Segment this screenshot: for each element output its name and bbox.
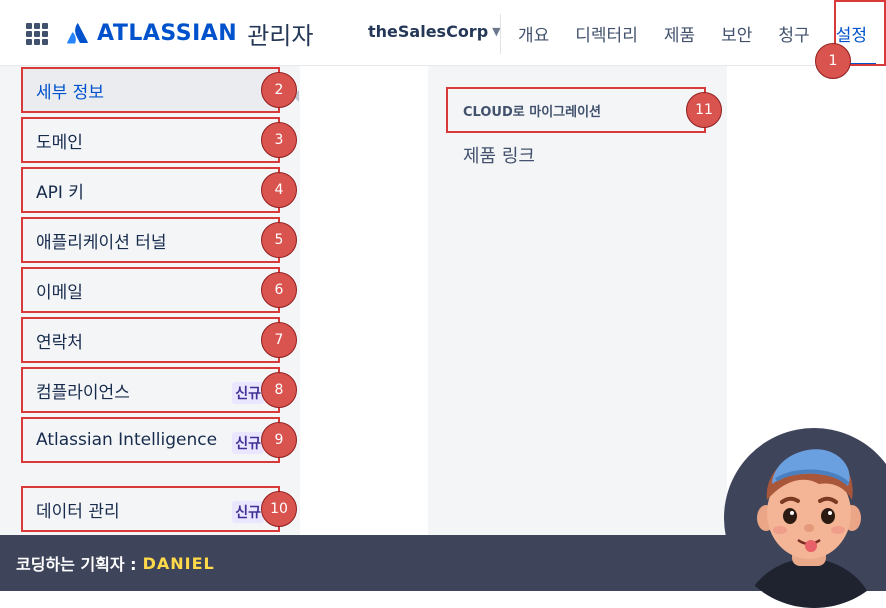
annotation-marker-7: 7 — [261, 322, 297, 358]
annotation-marker-10: 10 — [261, 491, 297, 527]
atlassian-mark-icon — [67, 23, 88, 44]
sidebar-item-label: 연락처 — [36, 332, 83, 353]
tab-overview[interactable]: 개요 — [505, 0, 562, 66]
sidebar-item-label: 데이터 관리 — [36, 501, 120, 522]
annotation-marker-9: 9 — [261, 422, 297, 458]
sidebar-item-data-management[interactable]: 데이터 관리 신규 — [21, 486, 280, 532]
organization-name: theSalesCorp — [368, 22, 489, 41]
annotation-marker-1: 1 — [815, 43, 851, 79]
new-badge: 신규 — [232, 382, 264, 404]
sidebar-item-domains[interactable]: 도메인 — [21, 117, 280, 163]
annotation-marker-11: 11 — [686, 92, 722, 128]
footer-author-name: DANIEL — [142, 553, 215, 573]
tab-security[interactable]: 보안 — [708, 0, 765, 66]
product-links-link[interactable]: 제품 링크 — [463, 142, 535, 168]
atlassian-logo[interactable]: ATLASSIAN 관리자 — [66, 18, 314, 50]
annotation-marker-4: 4 — [261, 172, 297, 208]
new-badge: 신규 — [232, 501, 264, 523]
organization-switcher[interactable]: theSalesCorp ▼ — [368, 22, 501, 41]
sidebar-item-label: 컴플라이언스 — [36, 382, 130, 403]
annotation-marker-3: 3 — [261, 122, 297, 158]
sidebar-item-label: 도메인 — [36, 132, 83, 153]
sidebar-item-compliance[interactable]: 컴플라이언스 신규 — [21, 367, 280, 413]
new-badge: 신규 — [232, 432, 264, 454]
sidebar-item-label: API 키 — [36, 182, 84, 203]
tab-products[interactable]: 제품 — [651, 0, 708, 66]
sidebar-item-api-keys[interactable]: API 키 — [21, 167, 280, 213]
app-switcher-icon[interactable] — [26, 23, 48, 45]
cloud-migration-link[interactable]: CLOUD로 마이그레이션 — [446, 87, 706, 133]
settings-subpanel — [428, 66, 727, 536]
footer-label: 코딩하는 기획자 : — [16, 555, 137, 574]
sidebar-item-email[interactable]: 이메일 — [21, 267, 280, 313]
brand-subtitle: 관리자 — [247, 21, 314, 50]
sidebar-item-label: Atlassian Intelligence — [36, 430, 218, 450]
tab-billing[interactable]: 청구 — [765, 0, 822, 66]
header-divider — [500, 14, 501, 54]
annotation-marker-2: 2 — [261, 72, 297, 108]
sidebar-item-contacts[interactable]: 연락처 — [21, 317, 280, 363]
annotation-marker-5: 5 — [261, 222, 297, 258]
annotation-marker-8: 8 — [261, 372, 297, 408]
annotation-marker-6: 6 — [261, 272, 297, 308]
top-navigation-bar: ATLASSIAN 관리자 theSalesCorp ▼ 개요 디렉터리 제품 … — [0, 0, 886, 66]
sidebar-item-atlassian-intelligence[interactable]: Atlassian Intelligence 신규 — [21, 417, 280, 463]
sidebar-item-application-tunnels[interactable]: 애플리케이션 터널 — [21, 217, 280, 263]
brand-name: ATLASSIAN — [97, 20, 238, 46]
sidebar-item-label: 이메일 — [36, 282, 83, 303]
cloud-migration-label: CLOUD로 마이그레이션 — [463, 104, 602, 120]
sidebar-item-label: 애플리케이션 터널 — [36, 232, 167, 253]
sidebar-item-label: 세부 정보 — [36, 82, 104, 103]
sidebar-item-details[interactable]: 세부 정보 — [21, 67, 280, 113]
tab-directory[interactable]: 디렉터리 — [562, 0, 651, 66]
